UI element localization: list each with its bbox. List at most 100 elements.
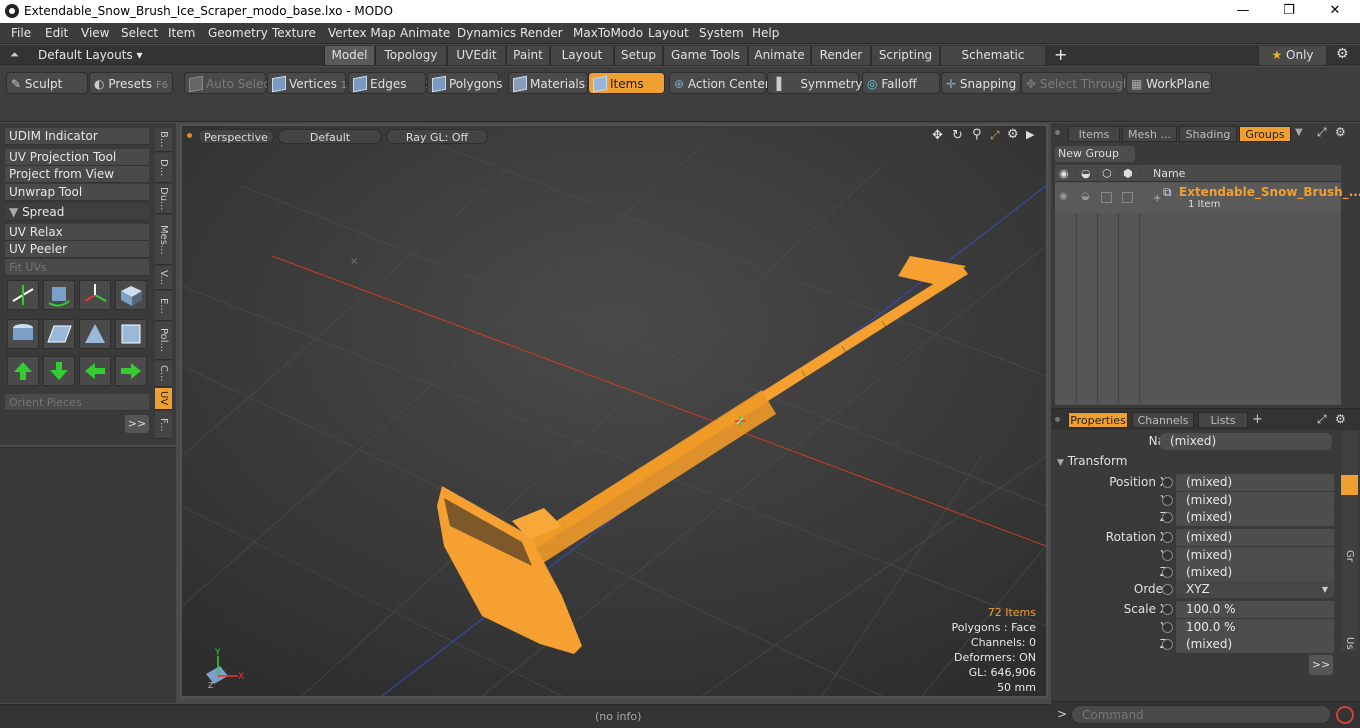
sculpt-button[interactable]: ✎ Sculpt (6, 72, 88, 94)
vtab-vertex[interactable]: V... (155, 266, 172, 290)
zoom-icon[interactable]: ⚲ (972, 127, 982, 142)
uv-relax-button[interactable]: UV Relax (5, 224, 149, 241)
pan-icon[interactable]: ✥ (932, 128, 943, 143)
expand-arrow-icon[interactable]: ▶ (1026, 128, 1034, 141)
menu-layout[interactable]: Layout (648, 26, 689, 40)
record-icon[interactable] (1336, 706, 1354, 724)
scale-z-field[interactable]: (mixed) (1176, 636, 1334, 653)
workplane-button[interactable]: ▦ WorkPlane (1126, 72, 1212, 94)
shading-dropdown[interactable]: Default (278, 129, 382, 144)
transform-section[interactable]: ▼ Transform (1057, 454, 1127, 468)
menu-help[interactable]: Help (752, 26, 779, 40)
orient-pieces-button[interactable]: Orient Pieces (5, 394, 149, 411)
properties-menu-icon[interactable] (1055, 417, 1060, 422)
tab-layout[interactable]: Layout (550, 46, 613, 65)
fit-uvs-button[interactable]: Fit UVs (5, 259, 149, 276)
render-icon[interactable]: ◒ (1081, 167, 1091, 180)
menu-animate[interactable]: Animate (400, 26, 450, 40)
arrow-up-icon[interactable] (7, 356, 39, 386)
panel-settings-icon[interactable]: ⚙ (1335, 125, 1346, 139)
menu-vertex-map[interactable]: Vertex Map (328, 26, 396, 40)
menu-render[interactable]: Render (520, 26, 563, 40)
uv-projection-tool-button[interactable]: UV Projection Tool (5, 149, 149, 166)
row-select-checkbox[interactable] (1122, 192, 1133, 203)
layouts-selector[interactable]: Default Layouts ▾ (38, 48, 143, 62)
vtab-uv[interactable]: UV (155, 388, 172, 410)
name-field[interactable]: (mixed) (1160, 433, 1332, 450)
row-render-icon[interactable]: ◒ (1081, 191, 1090, 202)
more-properties-button[interactable]: >> (1309, 655, 1333, 675)
command-input[interactable] (1071, 705, 1331, 724)
add-tab-plus[interactable]: + (1252, 412, 1263, 427)
tab-render[interactable]: Render (811, 46, 870, 65)
properties-settings-icon[interactable]: ⚙ (1335, 412, 1346, 426)
tab-shading[interactable]: Shading (1179, 126, 1237, 142)
uv-plane-icon[interactable] (43, 319, 75, 349)
menu-file[interactable]: File (11, 26, 31, 40)
menu-item[interactable]: Item (168, 26, 195, 40)
rotation-y-keyframe[interactable] (1162, 550, 1173, 561)
materials-button[interactable]: Materials (508, 72, 588, 94)
view-type-dropdown[interactable]: Perspective (198, 129, 274, 144)
tab-dropdown-icon[interactable]: ▼ (1295, 127, 1303, 138)
new-group-button[interactable]: New Group (1055, 146, 1135, 162)
falloff-button[interactable]: ◎ Falloff (862, 72, 940, 94)
vtab-curve[interactable]: C... (155, 361, 172, 387)
vtab-fusion[interactable]: F... (155, 411, 172, 439)
tab-lists[interactable]: Lists (1198, 412, 1248, 428)
udim-indicator-button[interactable]: UDIM Indicator (5, 128, 149, 145)
close-button[interactable]: ✕ (1312, 0, 1358, 23)
3d-viewport[interactable]: × Y X Z Perspective Default Ray GL: Off … (180, 124, 1048, 698)
vertices-button[interactable]: Vertices 1 (267, 72, 347, 94)
uv-peeler-button[interactable]: UV Peeler (5, 241, 149, 258)
side-tab-gr[interactable]: Gr (1341, 541, 1358, 571)
uv-cylinder-icon[interactable] (7, 319, 39, 349)
symmetry-button[interactable]: ▐ Symmetry (767, 72, 863, 94)
menu-geometry[interactable]: Geometry (208, 26, 268, 40)
position-z-field[interactable]: (mixed) (1176, 509, 1334, 526)
vtab-polygon[interactable]: Pol... (155, 322, 172, 360)
auto-select-button[interactable]: Auto Select (184, 72, 275, 94)
eye-icon[interactable]: ◉ (1059, 167, 1069, 180)
side-tab-us[interactable]: Us (1341, 631, 1358, 655)
gear-icon[interactable]: ⚙ (1336, 46, 1349, 62)
uv-rotate-icon[interactable] (43, 280, 75, 310)
rotation-y-field[interactable]: (mixed) (1176, 547, 1334, 564)
select-icon[interactable]: ⬢ (1123, 167, 1133, 180)
tab-schematic-fusion[interactable]: Schematic Fusion (940, 46, 1045, 81)
tab-channels[interactable]: Channels (1132, 412, 1194, 428)
arrow-down-icon[interactable] (43, 356, 75, 386)
properties-expand-icon[interactable]: ⤢ (1317, 412, 1327, 427)
snapping-button[interactable]: ✛ Snapping (941, 72, 1021, 94)
viewport-settings-icon[interactable]: ⚙ (1007, 127, 1019, 142)
tab-animate[interactable]: Animate (748, 46, 810, 65)
tab-topology[interactable]: Topology (375, 46, 446, 65)
tab-items[interactable]: Items (1068, 126, 1120, 142)
group-row[interactable]: ◉ ◒ + ⧉ Extendable_Snow_Brush_... 1 Item (1055, 183, 1360, 213)
expand-plus-icon[interactable]: + (1153, 193, 1161, 204)
menu-select[interactable]: Select (121, 26, 158, 40)
uv-pyramid-icon[interactable] (79, 319, 111, 349)
lock-icon[interactable]: ⬡ (1102, 167, 1112, 180)
position-y-keyframe[interactable] (1162, 495, 1173, 506)
scale-z-keyframe[interactable] (1162, 639, 1173, 650)
scale-x-field[interactable]: 100.0 % (1176, 601, 1334, 618)
viewport-menu-icon[interactable] (187, 133, 192, 138)
name-column-header[interactable]: Name (1153, 167, 1185, 180)
rotate-icon[interactable]: ↻ (952, 128, 963, 143)
maximize-button[interactable]: ❐ (1266, 0, 1312, 23)
position-y-field[interactable]: (mixed) (1176, 492, 1334, 509)
arrow-right-icon[interactable] (115, 356, 147, 386)
order-keyframe[interactable] (1162, 584, 1173, 595)
side-tab-active[interactable] (1341, 475, 1358, 495)
tab-mesh[interactable]: Mesh ... (1122, 126, 1177, 142)
position-x-field[interactable]: (mixed) (1176, 474, 1334, 491)
panel-expand-icon[interactable]: ⤢ (1317, 125, 1327, 140)
tab-game-tools[interactable]: Game Tools (663, 46, 747, 65)
arrow-left-icon[interactable] (79, 356, 111, 386)
uv-box-icon[interactable] (115, 280, 147, 310)
spread-section[interactable]: ▼ Spread (5, 204, 149, 221)
uv-sphere-icon[interactable] (115, 319, 147, 349)
scale-y-keyframe[interactable] (1162, 622, 1173, 633)
rotation-x-keyframe[interactable] (1162, 532, 1173, 543)
